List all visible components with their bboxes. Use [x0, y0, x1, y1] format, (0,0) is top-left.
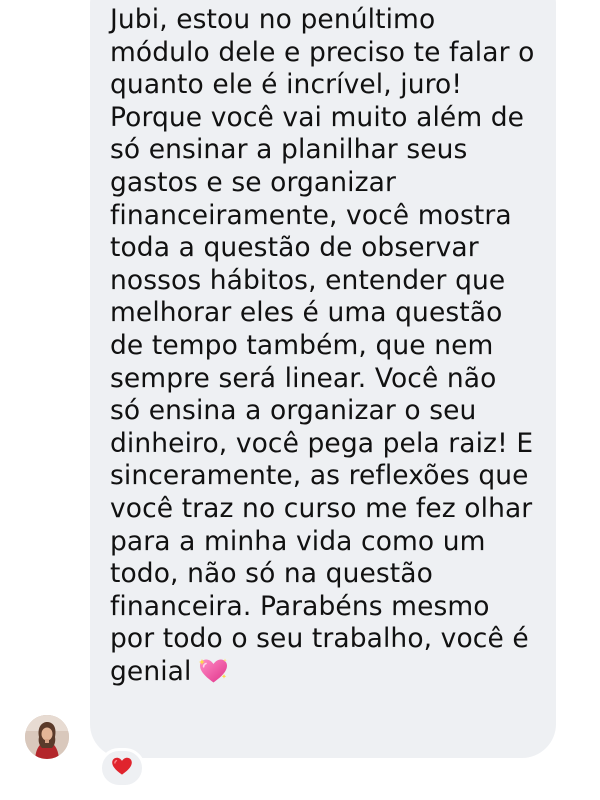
message-line: você traz no curso me fez olhar	[110, 492, 533, 524]
message-line: sinceramente, as reflexões que	[110, 460, 529, 492]
message-line: só ensina a organizar o seu	[110, 395, 477, 427]
message-line: Jubi, estou no penúltimo	[110, 4, 436, 35]
message-line: toda a questão de observar	[110, 232, 479, 264]
message-line: só ensinar a planilhar seus	[110, 134, 468, 166]
message-line: financeiramente, você mostra	[110, 199, 512, 231]
avatar[interactable]	[25, 715, 69, 759]
message-line: módulo dele e preciso te falar o	[110, 36, 535, 68]
chat-thread: Jubi, estou no penúltimo módulo dele e p…	[0, 0, 600, 800]
message-line: para a minha vida como um	[110, 525, 486, 557]
message-line: quanto ele é incrível, juro!	[110, 69, 463, 101]
message-line: nossos hábitos, entender que	[110, 264, 506, 296]
red-heart-icon	[111, 756, 133, 780]
message-line-last: genial	[110, 656, 556, 689]
message-line: sempre será linear. Você não	[110, 362, 497, 394]
message-line: melhorar eles é uma questão	[110, 297, 503, 329]
sparkling-heart-icon	[198, 657, 229, 685]
message-line: gastos e se organizar	[110, 166, 396, 198]
reaction-badge[interactable]	[99, 748, 145, 788]
message-line: genial	[110, 655, 192, 687]
message-line: de tempo também, que nem	[110, 329, 494, 361]
message-text: Jubi, estou no penúltimo módulo dele e p…	[110, 4, 556, 688]
message-line: todo, não só na questão	[110, 558, 433, 590]
message-line: por todo o seu trabalho, você é	[110, 623, 529, 655]
message-line: dinheiro, você pega pela raiz! E	[110, 427, 534, 459]
message-bubble[interactable]: Jubi, estou no penúltimo módulo dele e p…	[90, 0, 556, 758]
message-line: Porque você vai muito além de	[110, 101, 525, 133]
message-line: financeira. Parabéns mesmo	[110, 590, 490, 622]
